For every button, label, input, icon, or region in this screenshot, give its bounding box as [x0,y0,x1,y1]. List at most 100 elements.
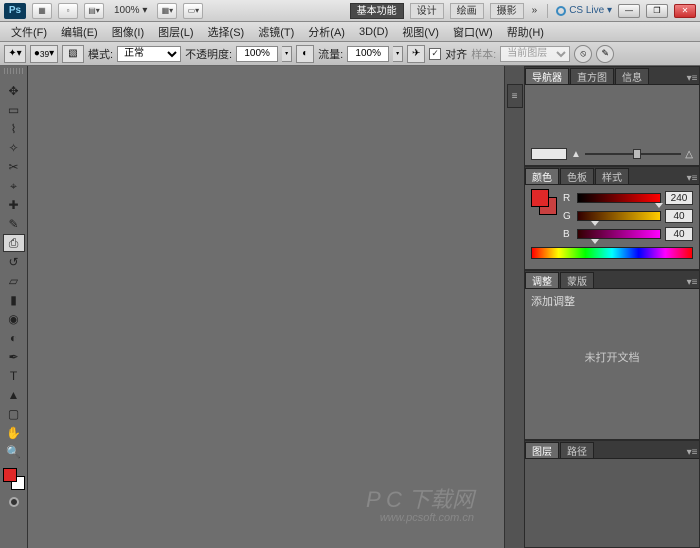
view-extras-button[interactable]: ▤▾ [84,3,104,19]
brush-tool[interactable]: ✎ [3,215,25,233]
opacity-pressure-toggle[interactable]: ◐ [296,45,314,63]
channel-b-value[interactable]: 40 [665,227,693,241]
tab-navigator[interactable]: 导航器 [525,68,569,84]
brush-panel-toggle[interactable]: ▧ [62,45,84,63]
toolbar-grip[interactable] [4,68,23,74]
eyedropper-tool[interactable]: ⌖ [3,177,25,195]
tab-paths[interactable]: 路径 [560,442,594,458]
tablet-pressure-toggle[interactable]: ✎ [596,45,614,63]
airbrush-toggle[interactable]: ✈ [407,45,425,63]
hand-tool[interactable]: ✋ [3,424,25,442]
flow-dropdown[interactable]: ▾ [393,46,403,62]
aligned-checkbox[interactable]: ✓ [429,48,441,60]
menu-file[interactable]: 文件(F) [4,24,54,40]
window-close-button[interactable]: ✕ [674,4,696,18]
cs-live-button[interactable]: CS Live ▾ [556,5,612,16]
channel-r-value[interactable]: 240 [665,191,693,205]
history-brush-tool[interactable]: ↺ [3,253,25,271]
options-bar: ✦▾ ● 39▾ ▧ 模式: 正常 不透明度: ▾ ◐ 流量: ▾ ✈ ✓ 对齐… [0,42,700,66]
adjustments-panel-menu[interactable]: ▾≡ [685,277,699,288]
workspace-tab-essentials[interactable]: 基本功能 [350,3,404,19]
arrange-docs-button[interactable]: ▦▾ [157,3,177,19]
navigator-zoom-in-icon[interactable]: △ [685,149,693,160]
launch-bridge-button[interactable]: ▦ [32,3,52,19]
menu-window[interactable]: 窗口(W) [446,24,500,40]
menu-layer[interactable]: 图层(L) [151,24,200,40]
sample-select[interactable]: 当前图层 [500,46,570,62]
blend-mode-select[interactable]: 正常 [117,46,181,62]
menu-select[interactable]: 选择(S) [201,24,252,40]
wand-tool[interactable]: ✧ [3,139,25,157]
navigator-zoom-field[interactable] [531,148,567,160]
navigator-panel-menu[interactable]: ▾≡ [685,73,699,84]
menu-help[interactable]: 帮助(H) [500,24,551,40]
window-maximize-button[interactable]: ❐ [646,4,668,18]
menu-view[interactable]: 视图(V) [395,24,446,40]
color-panel-swatches[interactable] [531,189,557,215]
tab-color[interactable]: 颜色 [525,168,559,184]
tab-styles[interactable]: 样式 [595,168,629,184]
quick-mask-toggle[interactable] [9,497,19,507]
ignore-adjustment-toggle[interactable]: ⦸ [574,45,592,63]
flow-input[interactable] [347,46,389,62]
sample-label: 样本: [471,46,496,62]
navigator-zoom-out-icon[interactable]: ▲ [571,149,581,160]
channel-g-value[interactable]: 40 [665,209,693,223]
zoom-tool[interactable]: 🔍 [3,443,25,461]
channel-b-label: B [563,229,573,240]
color-spectrum-ramp[interactable] [531,247,693,259]
channel-b-slider[interactable] [577,229,661,239]
menu-filter[interactable]: 滤镜(T) [251,24,301,40]
brush-preset-picker[interactable]: ● 39▾ [30,45,58,63]
color-panel: 颜色 色板 样式 ▾≡ R 240 [524,166,700,270]
workspace-tab-painting[interactable]: 绘画 [450,3,484,19]
rectangle-tool[interactable]: ▢ [3,405,25,423]
pen-tool[interactable]: ✒ [3,348,25,366]
tab-layers[interactable]: 图层 [525,442,559,458]
collapsed-history-icon[interactable]: ≡ [507,84,523,108]
lasso-tool[interactable]: ⌇ [3,120,25,138]
tab-histogram[interactable]: 直方图 [570,68,614,84]
workspace-tab-design[interactable]: 设计 [410,3,444,19]
menu-analysis[interactable]: 分析(A) [301,24,352,40]
path-select-tool[interactable]: ▲ [3,386,25,404]
channel-r-label: R [563,193,573,204]
color-swatches[interactable] [3,468,25,490]
opacity-dropdown[interactable]: ▾ [282,46,292,62]
channel-r-slider[interactable] [577,193,661,203]
crop-tool[interactable]: ✂ [3,158,25,176]
healing-tool[interactable]: ✚ [3,196,25,214]
layers-panel-menu[interactable]: ▾≡ [685,447,699,458]
window-minimize-button[interactable]: — [618,4,640,18]
tab-swatches[interactable]: 色板 [560,168,594,184]
navigator-zoom-slider[interactable] [585,153,681,155]
dodge-tool[interactable]: ◐ [3,329,25,347]
tab-masks[interactable]: 蒙版 [560,272,594,288]
zoom-level-dropdown[interactable]: 100% ▾ [110,5,151,16]
workspace-tab-photography[interactable]: 摄影 [490,3,524,19]
menu-bar: 文件(F) 编辑(E) 图像(I) 图层(L) 选择(S) 滤镜(T) 分析(A… [0,22,700,42]
screen-mode-button[interactable]: ▭▾ [183,3,203,19]
foreground-color-swatch[interactable] [3,468,17,482]
navigator-panel: 导航器 直方图 信息 ▾≡ ▲ △ [524,66,700,166]
color-panel-menu[interactable]: ▾≡ [685,173,699,184]
current-tool-icon[interactable]: ✦▾ [4,45,26,63]
type-tool[interactable]: T [3,367,25,385]
eraser-tool[interactable]: ▱ [3,272,25,290]
app-logo: Ps [4,3,26,19]
channel-g-slider[interactable] [577,211,661,221]
workspace-more-button[interactable]: » [530,5,540,16]
bucket-tool[interactable]: ▮ [3,291,25,309]
move-tool[interactable]: ✥ [3,82,25,100]
channel-g-label: G [563,211,573,222]
opacity-input[interactable] [236,46,278,62]
marquee-tool[interactable]: ▭ [3,101,25,119]
stamp-tool[interactable]: ⎙ [3,234,25,252]
menu-image[interactable]: 图像(I) [105,24,151,40]
tab-adjustments[interactable]: 调整 [525,272,559,288]
blur-tool[interactable]: ◉ [3,310,25,328]
menu-edit[interactable]: 编辑(E) [54,24,105,40]
menu-3d[interactable]: 3D(D) [352,26,395,38]
tab-info[interactable]: 信息 [615,68,649,84]
mini-bridge-button[interactable]: ▫ [58,3,78,19]
